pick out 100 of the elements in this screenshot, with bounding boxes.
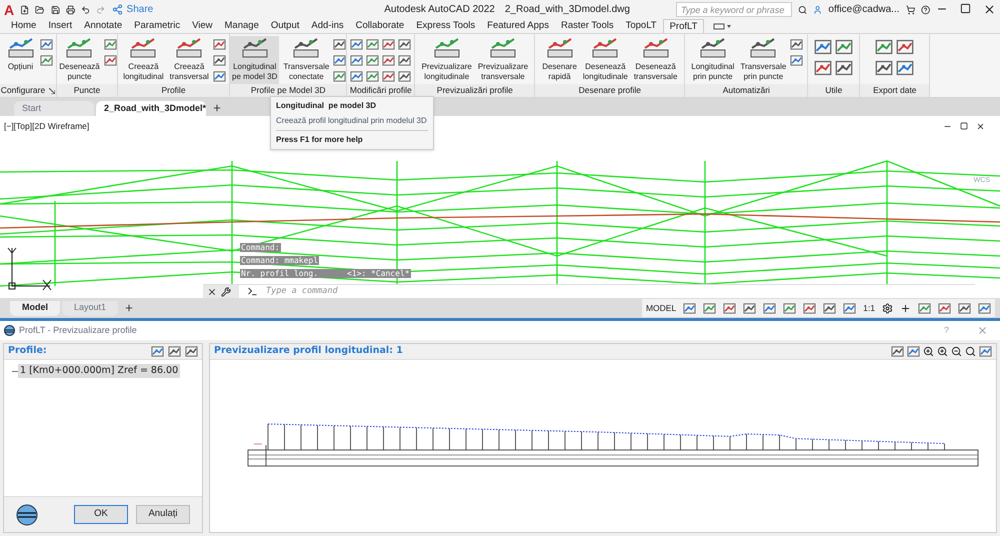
ribbon-tab[interactable]: Insert	[42, 19, 78, 33]
tool-icon[interactable]	[823, 302, 836, 314]
ribbon-button[interactable]: Opțiuni	[4, 36, 38, 84]
tool-icon[interactable]	[790, 38, 804, 51]
tool-icon[interactable]	[938, 302, 951, 314]
cart-icon	[906, 4, 915, 16]
ribbon-button[interactable]: Transversale conectate	[281, 36, 332, 84]
ribbon-button[interactable]: Creează transversal	[168, 36, 211, 84]
ribbon-tab[interactable]: Add-ins	[305, 19, 350, 33]
app-logo[interactable]: A	[4, 2, 14, 16]
tool-icon[interactable]	[212, 54, 226, 67]
tool-icon[interactable]	[875, 59, 894, 77]
document-tab[interactable]: 2_Road_with_3Dmodel*	[96, 101, 206, 116]
share-button[interactable]: Share	[112, 2, 154, 17]
ribbon-button[interactable]: Previzualizare transversale	[476, 36, 530, 84]
tool-icon[interactable]	[104, 54, 117, 67]
tool-icon[interactable]	[891, 345, 904, 358]
tool-icon[interactable]	[366, 38, 380, 51]
ribbon-button[interactable]: Desenează puncte	[57, 36, 102, 84]
ribbon-button[interactable]: Transversale prin puncte	[738, 36, 788, 84]
tool-icon[interactable]	[896, 59, 914, 77]
launcher-icon[interactable]	[49, 88, 56, 94]
tool-icon[interactable]	[743, 302, 756, 314]
ribbon-tab[interactable]: Parametric	[128, 19, 186, 33]
ribbon-button[interactable]: Desenează longitudinale	[580, 36, 630, 84]
model-space-button[interactable]: MODEL	[646, 302, 676, 314]
tool-icon[interactable]	[875, 38, 894, 56]
dialog-button[interactable]: Anulați	[136, 505, 190, 524]
ribbon-button[interactable]: Previzualizare longitudinale	[420, 36, 474, 84]
ribbon-tab[interactable]: Home	[5, 19, 42, 33]
ribbon-tab[interactable]: Express Tools	[410, 19, 482, 33]
tool-icon[interactable]	[783, 302, 796, 314]
tool-icon[interactable]	[168, 345, 181, 358]
viewport-label[interactable]: [−][Top][2D Wireframe]	[4, 120, 90, 133]
ribbon-tab[interactable]: TopoLT	[620, 19, 663, 33]
ribbon-tab[interactable]: Raster Tools	[554, 19, 620, 33]
user-icon	[813, 4, 822, 16]
tool-icon[interactable]	[918, 302, 931, 314]
tool-icon[interactable]	[835, 59, 854, 77]
tool-icon[interactable]	[40, 54, 52, 67]
layout-tab[interactable]: Model	[10, 300, 60, 316]
tool-icon[interactable]	[398, 70, 412, 83]
tool-icon[interactable]	[907, 345, 920, 358]
panel-heading: Profile:	[8, 344, 47, 358]
tool-icon[interactable]	[979, 345, 992, 358]
document-tab[interactable]: Start	[14, 101, 94, 116]
tool-icon[interactable]	[333, 54, 346, 67]
ribbon-button[interactable]: Longitudinal prin puncte	[689, 36, 736, 84]
tool-icon[interactable]	[958, 302, 971, 314]
ribbon-button[interactable]: Creează longitudinal	[121, 36, 166, 84]
tool-icon[interactable]	[333, 38, 346, 51]
tool-icon[interactable]	[212, 38, 226, 51]
tool-icon[interactable]	[151, 345, 164, 358]
dialog-button[interactable]: OK	[74, 505, 128, 524]
tool-icon[interactable]	[350, 70, 364, 83]
tool-icon[interactable]	[814, 38, 832, 56]
tool-icon[interactable]	[350, 38, 364, 51]
ribbon-tab[interactable]: Manage	[218, 19, 265, 33]
layout-tab[interactable]: Layout1	[62, 300, 118, 316]
tool-icon[interactable]	[763, 302, 776, 314]
group-label: Previzualizări profile	[436, 84, 513, 97]
tool-icon[interactable]	[978, 302, 991, 314]
terminal-icon	[247, 286, 258, 297]
zoom-in-icon	[937, 346, 948, 357]
tool-icon[interactable]	[185, 345, 198, 358]
tool-icon[interactable]	[703, 302, 716, 314]
tool-icon[interactable]	[843, 302, 856, 314]
ribbon-tab[interactable]: Featured Apps	[481, 19, 555, 33]
profile-tree-item[interactable]: 1 [Km0+000.000m] Zref = 86.00	[18, 364, 180, 378]
tool-icon[interactable]	[382, 38, 396, 51]
tool-icon[interactable]	[382, 70, 396, 83]
tool-icon[interactable]	[366, 54, 380, 67]
tool-icon[interactable]	[366, 70, 380, 83]
ribbon-tab[interactable]: Collaborate	[350, 19, 410, 33]
ribbon-tab[interactable]: View	[186, 19, 219, 33]
tool-icon[interactable]	[104, 38, 117, 51]
ribbon-tab[interactable]: Output	[264, 19, 306, 33]
tool-icon[interactable]	[803, 302, 816, 314]
tool-icon[interactable]	[683, 302, 696, 314]
tool-icon[interactable]	[814, 59, 832, 77]
tool-icon[interactable]	[790, 54, 804, 67]
tool-icon[interactable]	[896, 38, 914, 56]
ribbon-tab[interactable]: Annotate	[78, 19, 128, 33]
ribbon-button[interactable]: Desenare rapidă	[540, 36, 579, 84]
user-name[interactable]: office@cadwa...	[828, 2, 900, 17]
settings-icon	[882, 302, 893, 314]
ribbon-button[interactable]: Longitudinal pe model 3D	[230, 36, 280, 84]
tool-icon[interactable]	[333, 70, 346, 83]
tool-icon[interactable]	[382, 54, 396, 67]
tool-icon[interactable]	[835, 38, 854, 56]
ribbon-tab[interactable]: ProfLT	[662, 19, 704, 33]
tool-icon[interactable]	[723, 302, 736, 314]
search-field[interactable]: Type a keyword or phrase	[676, 2, 792, 17]
tool-icon[interactable]	[398, 54, 412, 67]
tool-icon[interactable]	[40, 38, 52, 51]
tool-icon[interactable]	[212, 70, 226, 83]
tool-icon[interactable]	[350, 54, 364, 67]
scale-button[interactable]: 1:1	[863, 302, 875, 314]
ribbon-button[interactable]: Desenează transversale	[632, 36, 680, 84]
tool-icon[interactable]	[398, 38, 412, 51]
